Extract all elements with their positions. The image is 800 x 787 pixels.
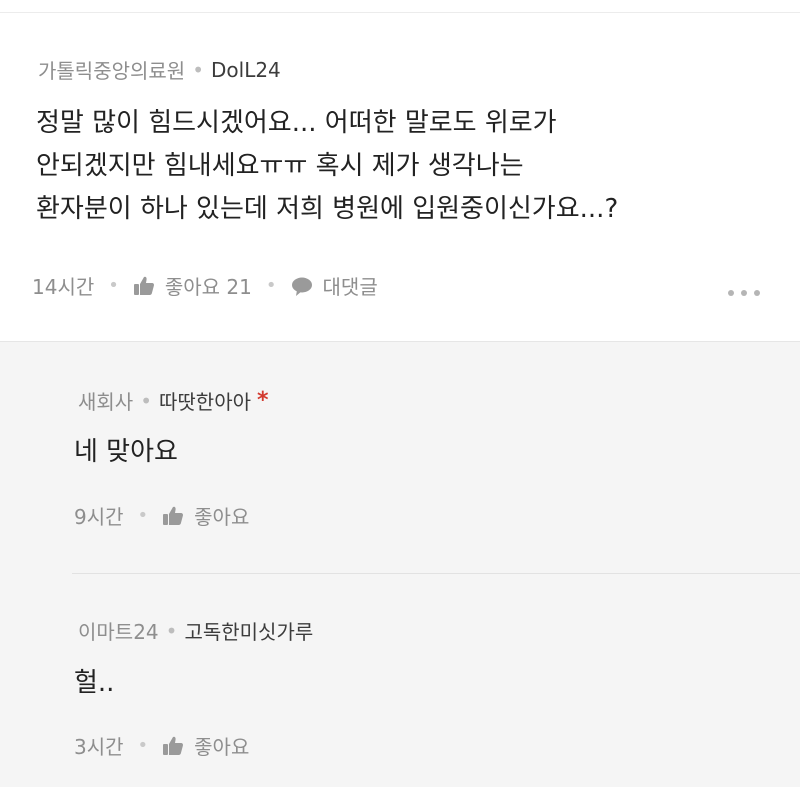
action-separator: • <box>108 275 119 296</box>
reply-list: 새회사 • 따땃한아아 * 네 맞아요 9시간 • 좋아요 이마트24 • 고독… <box>0 341 800 787</box>
more-dots-icon[interactable] <box>728 290 760 296</box>
action-separator: • <box>137 505 149 526</box>
like-label: 좋아요 <box>194 505 250 529</box>
like-button[interactable]: 좋아요 21 <box>133 271 252 300</box>
comment-meta: 가톨릭중앙의료원 • DolL24 <box>38 55 281 84</box>
thumbs-up-icon <box>162 735 184 757</box>
meta-separator: • <box>140 388 152 413</box>
reply-time: 3시간 <box>74 735 124 759</box>
author-affiliation[interactable]: 이마트24 <box>78 616 159 645</box>
comment-line: 환자분이 하나 있는데 저희 병원에 입원중이신가요...? <box>36 194 619 224</box>
meta-separator: • <box>192 57 204 82</box>
reply-body: 헐.. <box>74 668 115 698</box>
reply-actions: 9시간 • 좋아요 <box>74 501 249 530</box>
reply-actions: 3시간 • 좋아요 <box>74 731 249 760</box>
action-separator: • <box>137 735 149 756</box>
comment-line: 안되겠지만 힘내세요ㅠㅠ 혹시 제가 생각나는 <box>36 151 524 181</box>
reply-label: 대댓글 <box>322 275 378 299</box>
author-mark: * <box>257 388 269 413</box>
author-nickname[interactable]: 따땃한아아 <box>159 386 251 415</box>
reply-time: 9시간 <box>74 505 124 529</box>
thumbs-up-icon <box>162 505 184 527</box>
reply-meta: 새회사 • 따땃한아아 * <box>78 386 269 415</box>
comment-line: 정말 많이 힘드시겠어요... 어떠한 말로도 위로가 <box>36 108 557 138</box>
author-nickname[interactable]: DolL24 <box>211 58 281 82</box>
reply-button[interactable]: 대댓글 <box>291 271 378 300</box>
author-affiliation[interactable]: 새회사 <box>78 386 133 415</box>
comment-actions: 14시간 • 좋아요 21 • 대댓글 <box>32 271 378 300</box>
reply-divider <box>72 573 800 574</box>
like-button[interactable]: 좋아요 <box>162 731 249 760</box>
like-label: 좋아요 21 <box>164 275 252 299</box>
reply-meta: 이마트24 • 고독한미싯가루 <box>78 616 313 645</box>
action-separator: • <box>265 275 277 296</box>
comment-time: 14시간 <box>32 275 95 299</box>
meta-separator: • <box>165 618 178 643</box>
reply-body: 네 맞아요 <box>74 437 178 467</box>
like-label: 좋아요 <box>194 735 250 759</box>
author-affiliation[interactable]: 가톨릭중앙의료원 <box>38 55 185 84</box>
author-nickname[interactable]: 고독한미싯가루 <box>184 616 313 645</box>
comment: 가톨릭중앙의료원 • DolL24 정말 많이 힘드시겠어요... 어떠한 말로… <box>0 13 800 341</box>
comment-body: 정말 많이 힘드시겠어요... 어떠한 말로도 위로가 안되겠지만 힘내세요ㅠㅠ… <box>36 102 618 231</box>
like-button[interactable]: 좋아요 <box>162 501 249 530</box>
thumbs-up-icon <box>133 275 155 297</box>
speech-bubble-icon <box>291 275 313 297</box>
